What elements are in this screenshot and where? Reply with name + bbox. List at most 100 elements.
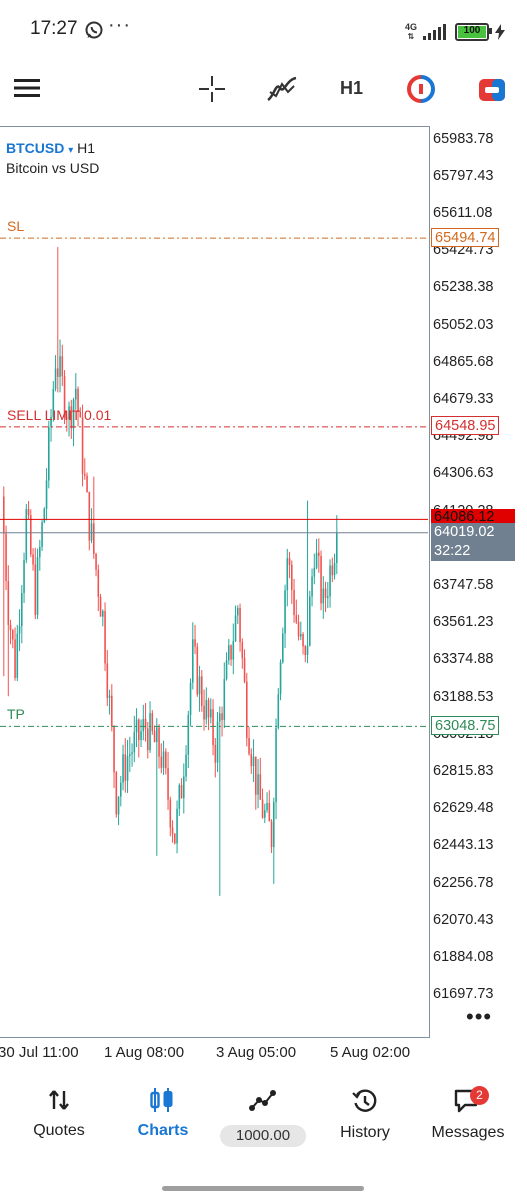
candle-body [133, 732, 136, 753]
bid-price-value: 64019.02 [434, 523, 495, 540]
nav-messages[interactable]: Messages [425, 1088, 511, 1142]
candle-body [216, 721, 219, 763]
nav-quotes-label: Quotes [33, 1122, 85, 1139]
price-tick-label: 64306.63 [433, 465, 494, 482]
price-tick-label: 62256.78 [433, 874, 494, 891]
candle-body [57, 368, 59, 377]
price-tick-label: 64865.68 [433, 353, 494, 370]
indicators-icon[interactable] [266, 74, 298, 104]
candle-body [311, 576, 313, 597]
status-time: 17:27 [30, 18, 78, 39]
candle-body [165, 751, 167, 769]
candle-body [234, 615, 237, 642]
candle-body [304, 646, 307, 655]
nav-charts-label: Charts [137, 1122, 189, 1139]
candle-body [327, 596, 329, 598]
home-indicator[interactable] [162, 1186, 364, 1191]
signal-icon [423, 24, 446, 40]
trade-icon[interactable] [406, 75, 436, 103]
candle-body [297, 622, 300, 637]
candle-body [9, 624, 12, 631]
candle-body [131, 752, 133, 755]
nav-history-label: History [340, 1124, 390, 1141]
candle-body [275, 728, 277, 803]
status-indicators: 4G ⇅ 100 [405, 20, 505, 44]
candle-body [27, 509, 30, 516]
candle-body [54, 368, 57, 389]
nav-charts[interactable]: Charts [130, 1088, 196, 1140]
candle-body [104, 610, 106, 664]
chart-area[interactable] [0, 126, 430, 1038]
price-tick-label: 65238.38 [433, 279, 494, 296]
sell-limit-label: SELL LIMIT 0.01 [7, 406, 112, 423]
candle-body [144, 718, 147, 729]
candle-body [34, 564, 37, 615]
candle-body [18, 626, 21, 634]
candle-body [261, 799, 264, 818]
candle-body [336, 532, 338, 563]
candle-body [225, 660, 228, 680]
menu-icon[interactable] [14, 78, 40, 98]
candle-body [320, 555, 322, 604]
nav-history[interactable]: History [332, 1088, 398, 1142]
candle-body [113, 726, 115, 773]
chart-symbol[interactable]: BTCUSD [6, 140, 64, 156]
price-tick-label: 62070.43 [433, 911, 494, 928]
battery-level: 100 [463, 25, 481, 36]
candle-body [142, 718, 145, 732]
candle-body [331, 565, 334, 576]
candle-body [151, 713, 154, 732]
candle-body [14, 639, 16, 678]
one-click-trading-icon[interactable] [478, 76, 506, 104]
candle-body [162, 751, 165, 768]
candle-body [158, 727, 160, 757]
history-icon [352, 1089, 377, 1112]
candle-body [12, 630, 14, 640]
candle-body [282, 633, 284, 662]
candle-body [279, 661, 282, 695]
more-options-icon[interactable]: ••• [466, 1004, 492, 1030]
candle-body [21, 593, 23, 627]
candle-body [201, 676, 203, 707]
candle-body [171, 827, 174, 834]
chart-symbol-title[interactable]: BTCUSD ▾ H1 [6, 140, 95, 156]
candle-body [90, 523, 93, 541]
candle-body [207, 700, 210, 718]
candle-body [302, 634, 304, 647]
candle-body [167, 768, 169, 800]
candle-body [95, 553, 97, 570]
candle-body [187, 714, 190, 755]
candle-body [81, 417, 84, 474]
candle-body [36, 557, 39, 615]
stop-loss-price[interactable]: 65494.74 [431, 227, 500, 247]
timeframe-button[interactable]: H1 [340, 78, 363, 99]
time-tick-label: 3 Aug 05:00 [216, 1044, 297, 1061]
charging-icon [495, 24, 505, 40]
sell-limit-price[interactable]: 64548.95 [431, 416, 500, 436]
candle-body [257, 774, 259, 795]
account-balance[interactable]: 1000.00 [220, 1125, 306, 1147]
nav-quotes[interactable]: Quotes [26, 1088, 92, 1140]
candle-body [333, 562, 336, 576]
symbol-dropdown-icon[interactable]: ▾ [68, 145, 73, 156]
crosshair-icon[interactable] [197, 74, 227, 104]
candle-body [264, 810, 266, 818]
chart-symbol-description: Bitcoin vs USD [6, 160, 100, 176]
candle-body [243, 658, 246, 682]
candle-body [106, 663, 109, 698]
candle-body [174, 833, 176, 844]
candle-body [160, 756, 163, 768]
candle-body [25, 509, 28, 561]
nav-trade[interactable] [240, 1088, 286, 1112]
candlestick-chart[interactable] [0, 127, 428, 1038]
take-profit-price[interactable]: 63048.75 [431, 715, 500, 735]
price-tick-label: 63374.88 [433, 651, 494, 668]
candle-body [75, 388, 77, 400]
candle-body [248, 738, 250, 754]
candle-body [324, 588, 327, 598]
network-type: 4G ⇅ [404, 22, 417, 42]
candle-body [88, 492, 91, 541]
nav-messages-label: Messages [431, 1124, 505, 1141]
candle-body [43, 508, 46, 523]
price-tick-label: 63561.23 [433, 614, 494, 631]
